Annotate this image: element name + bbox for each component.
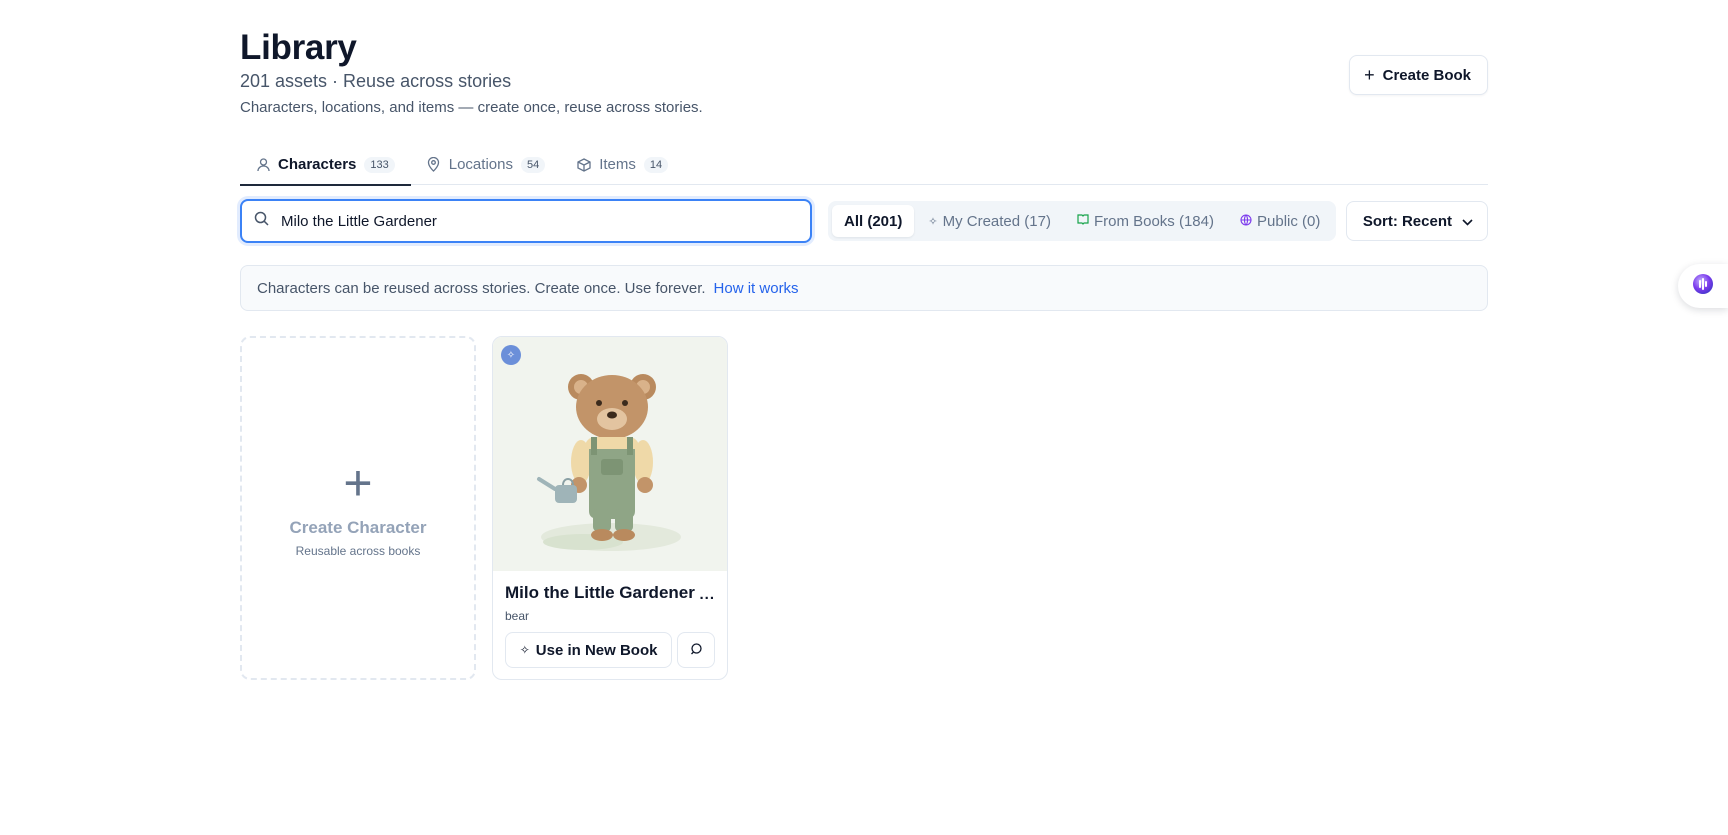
chat-bubble-icon: [690, 642, 702, 658]
use-in-new-book-label: Use in New Book: [535, 641, 658, 659]
plus-icon: +: [343, 455, 373, 511]
sparkle-icon: ✧: [928, 215, 938, 228]
tab-count: 133: [364, 156, 395, 173]
filter-public[interactable]: Public (0): [1228, 205, 1332, 237]
filter-group: All (201) ✧ My Created (17) From Books (…: [828, 201, 1337, 241]
tab-label: Locations: [448, 156, 513, 173]
search-icon: [254, 211, 269, 231]
use-in-new-book-button[interactable]: ✧ Use in New Book: [505, 632, 673, 668]
character-image[interactable]: ✧: [493, 337, 727, 571]
map-pin-icon: [427, 157, 441, 172]
filter-all[interactable]: All (201): [832, 205, 915, 237]
search-box[interactable]: [240, 199, 812, 243]
character-actions: ✧ Use in New Book: [505, 632, 715, 668]
filter-label: From Books (184): [1093, 212, 1214, 230]
tab-locations[interactable]: Locations 54: [411, 144, 561, 185]
person-icon: [256, 157, 270, 172]
character-grid: + Create Character Reusable across books: [240, 336, 728, 680]
character-type: bear: [505, 609, 530, 623]
filter-label: Public (0): [1257, 212, 1321, 230]
sparkle-icon: ✧: [501, 345, 521, 365]
create-book-label: Create Book: [1382, 66, 1471, 84]
create-character-title: Create Character: [289, 518, 427, 537]
sparkle-icon: ✧: [519, 643, 530, 657]
info-text: Characters can be reused across stories.…: [257, 279, 706, 297]
asset-tabs: Characters 133 Locations 54 Items 14: [240, 144, 1488, 186]
page-title: Library: [240, 28, 357, 67]
tab-label: Characters: [278, 156, 357, 173]
tab-count: 54: [520, 156, 546, 173]
box-icon: [577, 157, 591, 172]
filter-my-created[interactable]: ✧ My Created (17): [916, 205, 1063, 237]
chat-button[interactable]: [677, 632, 715, 668]
filter-label: My Created (17): [942, 212, 1051, 230]
character-name: Milo the Little Gardener: [505, 583, 695, 602]
create-character-subtitle: Reusable across books: [295, 544, 421, 558]
character-card-body: Milo the Little Gardener ... bear ✧ Use …: [493, 571, 727, 668]
create-character-card[interactable]: + Create Character Reusable across books: [240, 336, 476, 680]
tab-label: Items: [599, 156, 636, 173]
globe-icon: [1240, 213, 1252, 229]
assistant-floating-button[interactable]: [1678, 264, 1728, 308]
filter-from-books[interactable]: From Books (184): [1065, 205, 1226, 237]
tab-items[interactable]: Items 14: [561, 144, 684, 185]
toolbar: All (201) ✧ My Created (17) From Books (…: [240, 199, 1488, 243]
header: Library 201 assets · Reuse across storie…: [240, 0, 1488, 130]
sort-dropdown[interactable]: Sort: Recent: [1345, 201, 1488, 241]
plus-icon: +: [1364, 65, 1375, 85]
chevron-down-icon: [1462, 213, 1473, 230]
assistant-orb-icon: [1691, 272, 1715, 301]
more-options-button[interactable]: ...: [699, 586, 715, 603]
library-page: Library 201 assets · Reuse across storie…: [240, 0, 1488, 680]
info-banner: Characters can be reused across stories.…: [240, 265, 1488, 311]
tab-characters[interactable]: Characters 133: [240, 144, 411, 186]
create-book-button[interactable]: + Create Book: [1349, 55, 1488, 95]
character-card[interactable]: ✧ Milo the Little Gardener ... bear ✧ Us…: [492, 336, 728, 680]
search-input[interactable]: [281, 212, 781, 230]
tab-count: 14: [643, 156, 669, 173]
bear-illustration: [537, 374, 681, 551]
book-icon: [1077, 214, 1089, 228]
filter-label: All (201): [844, 212, 903, 230]
sort-label: Sort: Recent: [1362, 212, 1452, 230]
how-it-works-link[interactable]: How it works: [714, 280, 799, 297]
page-description: Characters, locations, and items — creat…: [240, 99, 703, 116]
page-subtitle: 201 assets · Reuse across stories: [240, 71, 512, 91]
character-name-row: Milo the Little Gardener ...: [505, 583, 715, 603]
